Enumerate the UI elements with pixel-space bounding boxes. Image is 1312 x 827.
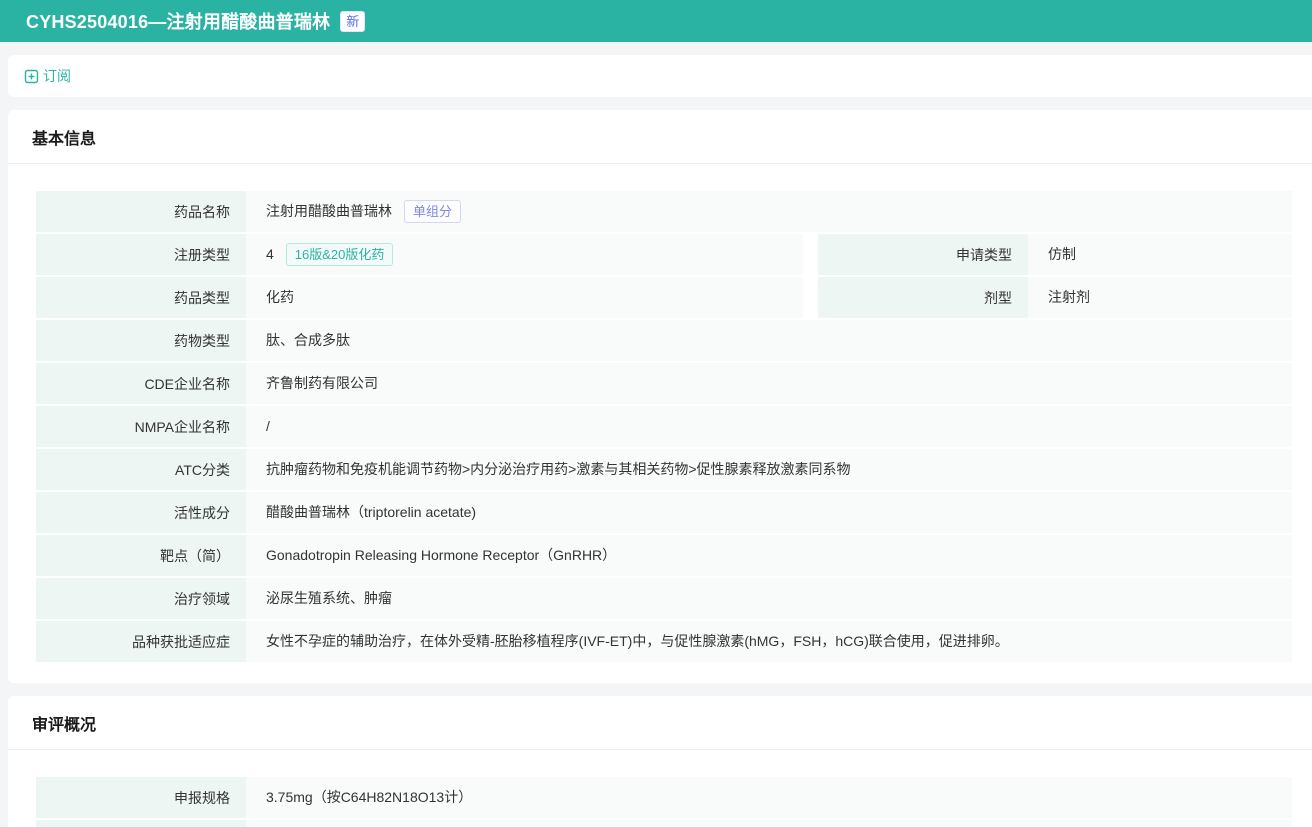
review-overview-body: 申报规格 3.75mg（按C64H82N18O13计） bbox=[8, 750, 1312, 827]
subscribe-button[interactable]: 订阅 bbox=[24, 66, 71, 86]
page-header-bar: CYHS2504016—注射用醋酸曲普瑞林 新 bbox=[0, 0, 1312, 42]
row-therapy-area: 治疗领域 泌尿生殖系统、肿瘤 bbox=[36, 578, 1292, 619]
reg-type-value: 4 16版&20版化药 bbox=[246, 234, 803, 275]
row-indication: 品种获批适应症 女性不孕症的辅助治疗，在体外受精-胚胎移植程序(IVF-ET)中… bbox=[36, 621, 1292, 662]
row-nmpa-company: NMPA企业名称 / bbox=[36, 406, 1292, 447]
target-value: Gonadotropin Releasing Hormone Receptor（… bbox=[246, 535, 1292, 576]
spec-value: 3.75mg（按C64H82N18O13计） bbox=[246, 777, 1292, 818]
apply-type-value: 仿制 bbox=[1028, 234, 1292, 275]
basic-info-card: 基本信息 药品名称 注射用醋酸曲普瑞林 单组分 注册类型 4 16版&20版化药… bbox=[8, 110, 1312, 683]
apply-type-pair: 申请类型 仿制 bbox=[818, 234, 1292, 275]
indication-label: 品种获批适应症 bbox=[36, 621, 246, 662]
target-label: 靶点（简） bbox=[36, 535, 246, 576]
basic-info-body: 药品名称 注射用醋酸曲普瑞林 单组分 注册类型 4 16版&20版化药 申请类型… bbox=[8, 164, 1312, 683]
row-drug-name: 药品名称 注射用醋酸曲普瑞林 单组分 bbox=[36, 191, 1292, 232]
row-target: 靶点（简） Gonadotropin Releasing Hormone Rec… bbox=[36, 535, 1292, 576]
dosage-form-label: 剂型 bbox=[818, 277, 1028, 318]
drug-name-label: 药品名称 bbox=[36, 191, 246, 232]
single-component-tag: 单组分 bbox=[404, 200, 461, 223]
row-active-ingredient: 活性成分 醋酸曲普瑞林（triptorelin acetate) bbox=[36, 492, 1292, 533]
spec-label: 申报规格 bbox=[36, 777, 246, 818]
atc-label: ATC分类 bbox=[36, 449, 246, 490]
row-substance-type: 药物类型 肽、合成多肽 bbox=[36, 320, 1292, 361]
subscribe-plus-icon bbox=[24, 69, 39, 84]
nmpa-company-label: NMPA企业名称 bbox=[36, 406, 246, 447]
reg-type-text: 4 bbox=[266, 244, 274, 264]
row-atc: ATC分类 抗肿瘤药物和免疫机能调节药物>内分泌治疗用药>激素与其相关药物>促性… bbox=[36, 449, 1292, 490]
cde-company-value: 齐鲁制药有限公司 bbox=[246, 363, 1292, 404]
subscribe-label: 订阅 bbox=[43, 66, 71, 86]
nmpa-company-value: / bbox=[246, 406, 1292, 447]
dosage-form-pair: 剂型 注射剂 bbox=[818, 277, 1292, 318]
row-reg-apply-type: 注册类型 4 16版&20版化药 申请类型 仿制 bbox=[36, 234, 1292, 275]
cde-company-label: CDE企业名称 bbox=[36, 363, 246, 404]
new-badge: 新 bbox=[340, 11, 365, 32]
drug-type-pair: 药品类型 化药 bbox=[36, 277, 803, 318]
active-ingredient-value: 醋酸曲普瑞林（triptorelin acetate) bbox=[246, 492, 1292, 533]
drug-type-label: 药品类型 bbox=[36, 277, 246, 318]
therapy-area-value: 泌尿生殖系统、肿瘤 bbox=[246, 578, 1292, 619]
reg-type-label: 注册类型 bbox=[36, 234, 246, 275]
basic-info-title: 基本信息 bbox=[32, 131, 96, 148]
next-row-label-clipped bbox=[36, 820, 246, 827]
atc-value: 抗肿瘤药物和免疫机能调节药物>内分泌治疗用药>激素与其相关药物>促性腺素释放激素… bbox=[246, 449, 1292, 490]
drug-name-value: 注射用醋酸曲普瑞林 单组分 bbox=[246, 191, 1292, 232]
active-ingredient-label: 活性成分 bbox=[36, 492, 246, 533]
page-title: CYHS2504016—注射用醋酸曲普瑞林 bbox=[26, 8, 330, 34]
row-cde-company: CDE企业名称 齐鲁制药有限公司 bbox=[36, 363, 1292, 404]
dosage-form-value: 注射剂 bbox=[1028, 277, 1292, 318]
drug-type-value: 化药 bbox=[246, 277, 803, 318]
substance-type-label: 药物类型 bbox=[36, 320, 246, 361]
subscribe-bar: 订阅 bbox=[8, 55, 1312, 97]
row-spec: 申报规格 3.75mg（按C64H82N18O13计） bbox=[36, 777, 1292, 818]
review-overview-title: 审评概况 bbox=[32, 717, 96, 734]
row-drugtype-dosage: 药品类型 化药 剂型 注射剂 bbox=[36, 277, 1292, 318]
row-next-clipped bbox=[36, 820, 1292, 827]
chem-version-tag[interactable]: 16版&20版化药 bbox=[286, 243, 394, 266]
apply-type-label: 申请类型 bbox=[818, 234, 1028, 275]
substance-type-value: 肽、合成多肽 bbox=[246, 320, 1292, 361]
basic-info-header: 基本信息 bbox=[8, 110, 1312, 164]
next-row-value-clipped bbox=[246, 820, 1292, 827]
therapy-area-label: 治疗领域 bbox=[36, 578, 246, 619]
review-overview-card: 审评概况 申报规格 3.75mg（按C64H82N18O13计） bbox=[8, 696, 1312, 827]
review-overview-header: 审评概况 bbox=[8, 696, 1312, 750]
indication-value: 女性不孕症的辅助治疗，在体外受精-胚胎移植程序(IVF-ET)中，与促性腺激素(… bbox=[246, 621, 1292, 662]
reg-type-pair: 注册类型 4 16版&20版化药 bbox=[36, 234, 803, 275]
drug-name-text: 注射用醋酸曲普瑞林 bbox=[266, 201, 392, 221]
